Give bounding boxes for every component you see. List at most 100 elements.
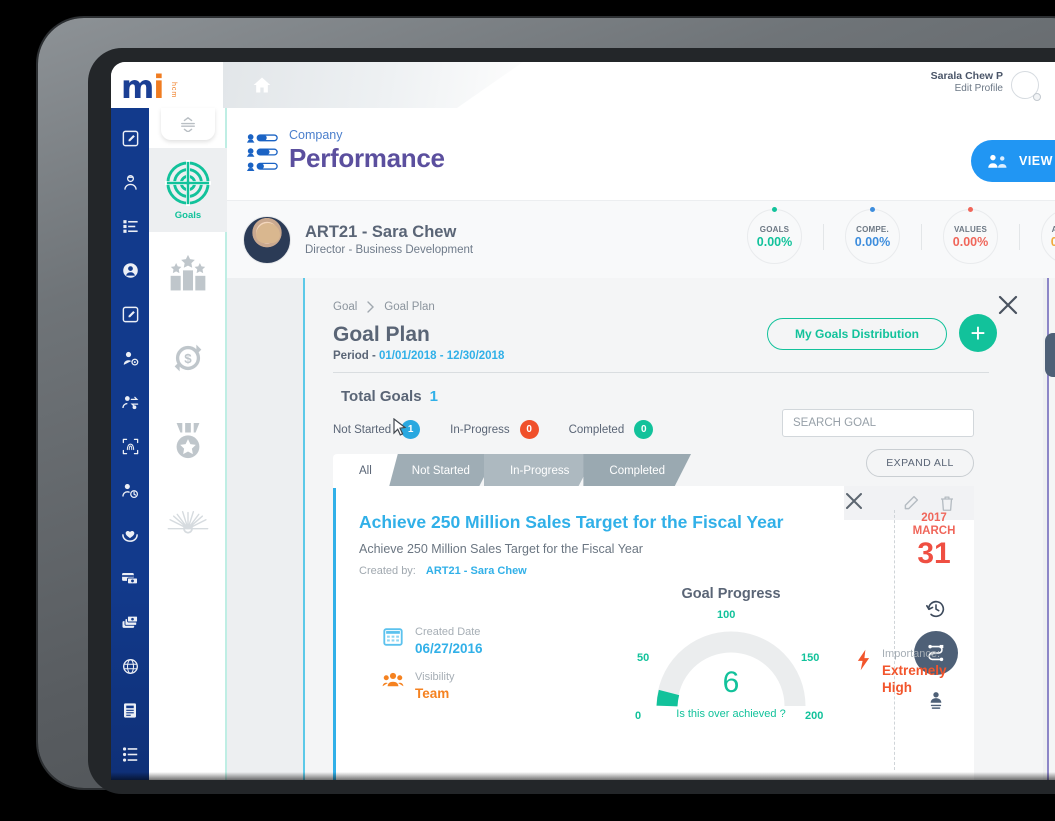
user-gear-icon: [123, 351, 138, 366]
card-close-button[interactable]: [844, 491, 864, 511]
chart-title: Goal Progress: [681, 586, 781, 602]
sidebar-item-profile[interactable]: [111, 248, 149, 292]
visibility-label: Visibility: [415, 671, 455, 683]
metric-value: 0.00%: [1050, 234, 1055, 249]
sidebar-item-employee[interactable]: [111, 160, 149, 204]
sidebar-item-insights[interactable]: [149, 484, 227, 568]
divider: [921, 223, 922, 250]
visibility-row: Visibility Team: [382, 671, 455, 702]
profile-name: ART21 - Sara Chew: [305, 223, 457, 241]
breadcrumb-goal-plan[interactable]: Goal Plan: [384, 301, 435, 313]
period-label: Period -: [333, 350, 380, 362]
close-icon: [998, 295, 1018, 315]
sidebar-item-compensation[interactable]: [111, 600, 149, 644]
page-title-block: Company Performance: [289, 128, 445, 174]
total-goals-value: 1: [429, 388, 438, 405]
total-goals: Total Goals 1: [333, 388, 438, 405]
breadcrumb-goal[interactable]: Goal: [333, 301, 357, 313]
sidebar-item-performance[interactable]: [111, 732, 149, 776]
created-by-label: Created by:: [359, 565, 416, 577]
secondary-sidebar[interactable]: Goals $: [149, 108, 227, 780]
top-bar: mi hcm Sarala Chew P Edit Profile: [111, 62, 1055, 108]
close-icon: [846, 493, 862, 509]
logo-subtext: hcm: [170, 82, 177, 99]
burst-icon: [167, 510, 209, 534]
gauge-tick-100: 100: [717, 609, 736, 621]
app-logo[interactable]: mi hcm: [121, 68, 201, 106]
sidebar-item-compensation-plan[interactable]: $: [149, 316, 227, 400]
total-goals-label: Total Goals: [341, 388, 422, 405]
status-label-not-started[interactable]: Not Started: [333, 424, 391, 436]
app-screen: mi hcm Sarala Chew P Edit Profile Goals …: [111, 62, 1055, 780]
due-date-year: 2017: [921, 512, 947, 524]
visibility-value: Team: [415, 685, 450, 701]
divider-handle-icon: [181, 117, 195, 132]
profile-role: Director - Business Development: [305, 244, 474, 256]
home-button[interactable]: [249, 72, 275, 98]
my-goals-distribution-label: My Goals Distribution: [794, 327, 919, 341]
metric-dot: [968, 207, 973, 212]
sidebar-item-payroll[interactable]: [111, 556, 149, 600]
money-stack-icon: [122, 615, 138, 628]
my-goals-distribution-button[interactable]: My Goals Distribution: [767, 318, 947, 350]
metric-goals[interactable]: GOALS 0.00%: [747, 207, 802, 264]
metric-label: VALUES: [953, 224, 988, 234]
sidebar-item-attendance[interactable]: [111, 424, 149, 468]
tab-not-started[interactable]: Not Started: [385, 454, 496, 488]
sidebar-item-admin[interactable]: [111, 336, 149, 380]
goal-title[interactable]: Achieve 250 Million Sales Target for the…: [359, 512, 783, 533]
tab-all[interactable]: All: [333, 454, 398, 488]
goal-tabs[interactable]: All Not Started In-Progress Completed: [333, 454, 692, 488]
user-block[interactable]: Sarala Chew P Edit Profile: [931, 70, 1003, 96]
created-date-row: Created Date 06/27/2016: [382, 626, 483, 657]
screen-bottom-shadow: [111, 772, 1055, 780]
svg-text:$: $: [184, 351, 192, 366]
sidebar-item-transfer[interactable]: [111, 380, 149, 424]
page-title: Performance: [289, 143, 445, 173]
money-cycle-icon: $: [174, 344, 202, 372]
expand-all-button[interactable]: EXPAND ALL: [866, 449, 974, 477]
sidebar-item-forms[interactable]: [111, 292, 149, 336]
tab-in-progress[interactable]: In-Progress: [483, 454, 596, 488]
search-input[interactable]: SEARCH GOAL: [782, 409, 974, 437]
metric-values[interactable]: VALUES 0.00%: [943, 207, 998, 264]
pencil-icon[interactable]: [902, 494, 920, 512]
medal-icon: [176, 423, 200, 459]
sidebar-item-org[interactable]: [111, 204, 149, 248]
tab-completed[interactable]: Completed: [583, 454, 692, 488]
sidebar-item-network[interactable]: [111, 644, 149, 688]
sidebar-item-awards[interactable]: [149, 400, 227, 484]
sidebar-item-recruitment[interactable]: [111, 688, 149, 732]
tab-label: Not Started: [411, 465, 470, 477]
primary-sidebar[interactable]: [111, 108, 149, 780]
tab-label: In-Progress: [509, 465, 570, 477]
sidebar-item-notes[interactable]: [111, 116, 149, 160]
trash-icon[interactable]: [938, 494, 956, 513]
divider-handle[interactable]: [161, 108, 215, 140]
metric-accomplishments[interactable]: ACCOM. 0.00%: [1041, 209, 1055, 264]
avatar[interactable]: [243, 215, 291, 264]
status-badge: 0: [634, 420, 654, 439]
goal-card: Achieve 250 Million Sales Target for the…: [333, 486, 974, 780]
team-icon: [988, 154, 1007, 168]
sidebar-item-timesheet[interactable]: [111, 468, 149, 512]
history-button[interactable]: [925, 598, 947, 620]
metric-competency[interactable]: COMPE. 0.00%: [845, 207, 900, 264]
edit-profile-link[interactable]: Edit Profile: [931, 83, 1003, 96]
importance-row: Importance: Extremely High: [856, 648, 974, 697]
lightning-bolt-icon: [857, 649, 870, 671]
sidebar-item-competency[interactable]: [149, 232, 227, 316]
panel-close-button[interactable]: [997, 294, 1019, 316]
add-goal-button[interactable]: +: [959, 314, 997, 352]
status-label-completed[interactable]: Completed: [569, 424, 625, 436]
milestone-tab-button[interactable]: [1045, 333, 1055, 377]
expand-all-label: EXPAND ALL: [886, 457, 954, 469]
add-goal-label: +: [970, 318, 986, 348]
status-label-in-progress[interactable]: In-Progress: [450, 424, 509, 436]
chevron-right-icon: [367, 301, 375, 313]
view-team-performance-button[interactable]: VIEW TEAM PERFORMANCE: [971, 140, 1055, 182]
document-edit-icon: [122, 306, 138, 322]
sidebar-item-goals[interactable]: Goals: [149, 148, 227, 232]
metric-value: 0.00%: [756, 234, 793, 249]
sidebar-item-benefits[interactable]: [111, 512, 149, 556]
